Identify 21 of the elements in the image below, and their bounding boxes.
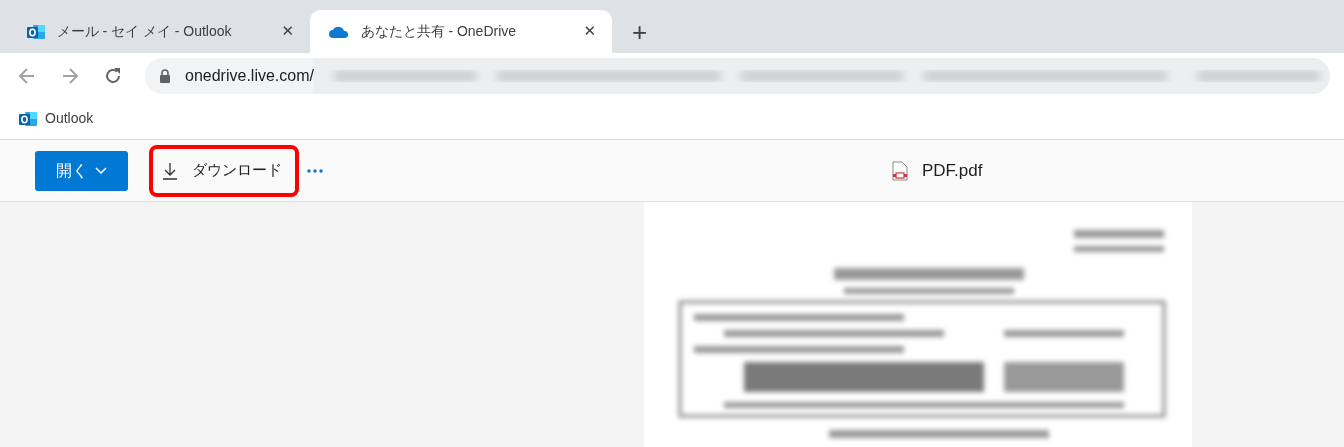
- lock-icon: [159, 67, 171, 84]
- url-text: onedrive.live.com/: [185, 65, 314, 86]
- close-tab-button[interactable]: ✕: [579, 20, 600, 43]
- chevron-down-icon: [95, 166, 107, 175]
- onedrive-icon: [328, 24, 350, 39]
- pdf-file-icon: [892, 160, 908, 181]
- outlook-icon: [26, 22, 46, 41]
- browser-tab[interactable]: あなたと共有 - OneDrive ✕: [310, 10, 612, 53]
- bookmark[interactable]: Outlook: [18, 108, 94, 129]
- close-tab-button[interactable]: ✕: [277, 20, 298, 43]
- outlook-icon: [18, 109, 38, 128]
- browser-tab[interactable]: メール - セイ メイ - Outlook ✕: [8, 10, 310, 53]
- tab-title: あなたと共有 - OneDrive: [360, 22, 518, 41]
- more-icon[interactable]: [306, 167, 324, 174]
- new-tab-button[interactable]: +: [626, 18, 654, 46]
- address-bar[interactable]: onedrive.live.com/: [145, 57, 1330, 94]
- download-icon: [162, 161, 178, 180]
- file-name: PDF.pdf: [922, 159, 983, 182]
- download-button[interactable]: ダウンロード: [154, 149, 294, 192]
- open-button[interactable]: 開く: [35, 150, 128, 191]
- tab-title: メール - セイ メイ - Outlook: [56, 22, 233, 41]
